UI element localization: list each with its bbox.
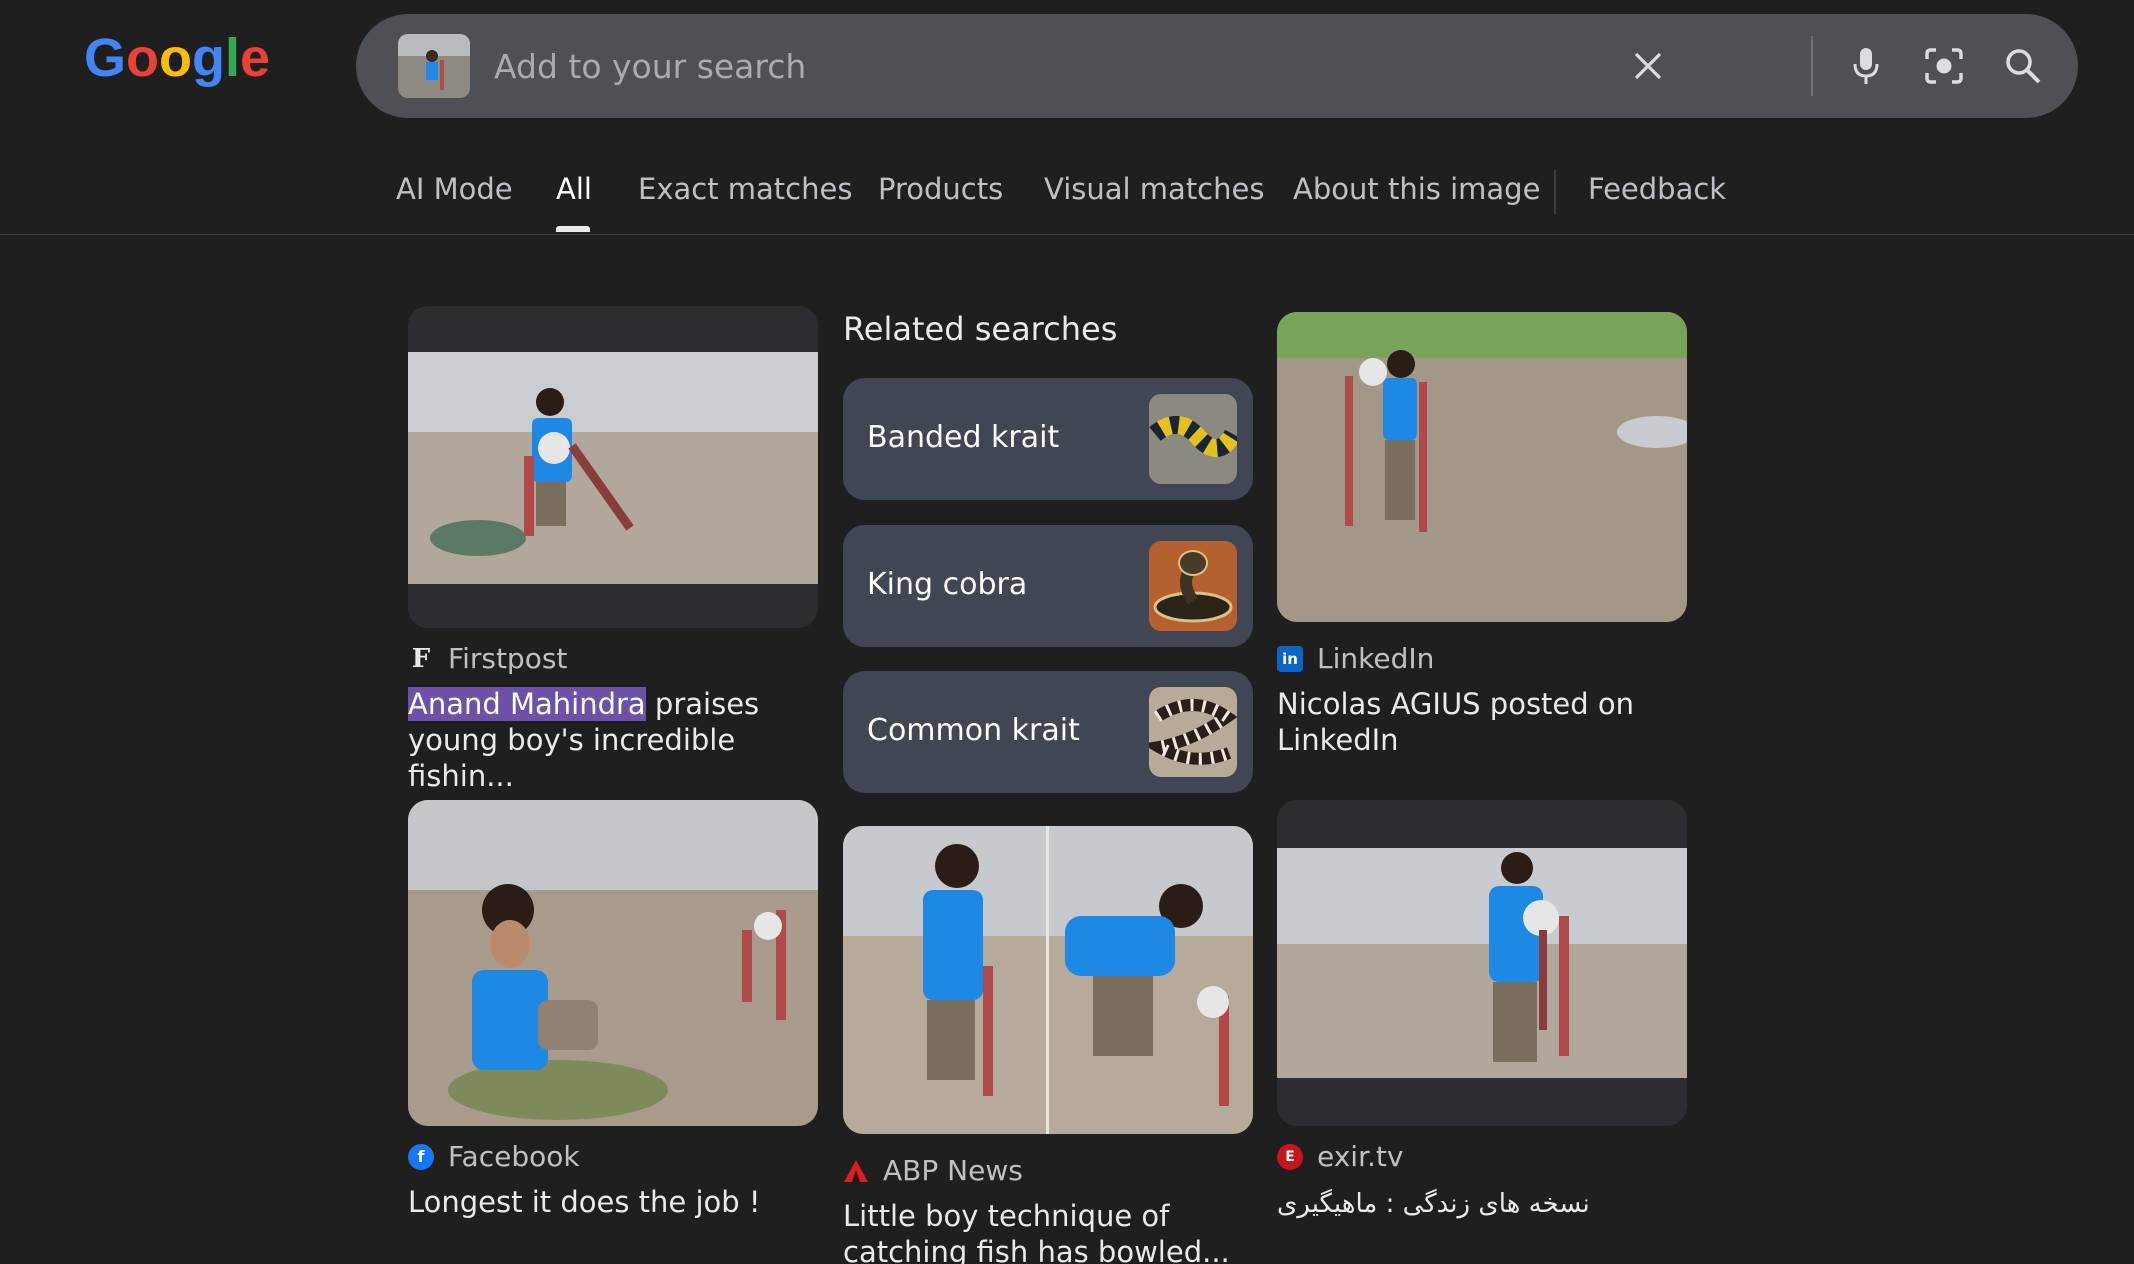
tab-ai-mode[interactable]: AI Mode [396, 172, 513, 206]
tab-all[interactable]: All [556, 172, 592, 206]
common-krait-thumbnail [1149, 687, 1237, 777]
result-image-abp-news[interactable] [843, 826, 1253, 1134]
source-name: ABP News [883, 1154, 1023, 1187]
related-search-banded-krait[interactable]: Banded krait [843, 378, 1253, 500]
result-source-abp-news[interactable]: ABP News [843, 1154, 1023, 1187]
title-text: praises [645, 687, 760, 721]
facebook-icon: f [408, 1143, 434, 1170]
source-name: exir.tv [1317, 1140, 1404, 1173]
source-name: Firstpost [448, 642, 568, 675]
linkedin-icon: in [1277, 645, 1303, 672]
close-icon[interactable] [1626, 44, 1670, 88]
result-title-abp-news[interactable]: Little boy technique of catching fish ha… [843, 1198, 1255, 1264]
header-divider [0, 234, 2134, 235]
tab-visual-matches[interactable]: Visual matches [1044, 172, 1264, 206]
related-search-label: Banded krait [867, 420, 1060, 455]
related-searches-heading: Related searches [843, 310, 1118, 348]
related-search-label: Common krait [867, 713, 1080, 748]
result-image-firstpost[interactable] [408, 306, 818, 628]
result-title-exir-tv[interactable]: نسخه های زندگی : ماهیگیری [1277, 1186, 1689, 1222]
active-tab-indicator [556, 226, 590, 232]
result-image-exir-tv[interactable] [1277, 800, 1687, 1126]
result-title-facebook[interactable]: Longest it does the job ! [408, 1184, 820, 1220]
firstpost-icon: F [408, 644, 434, 674]
title-text: catching fish has bowled... [843, 1235, 1230, 1264]
title-text: نسخه های زندگی : ماهیگیری [1277, 1189, 1590, 1219]
result-source-linkedin[interactable]: in LinkedIn [1277, 642, 1434, 675]
tab-about-this-image[interactable]: About this image [1293, 172, 1540, 206]
source-name: LinkedIn [1317, 642, 1435, 675]
title-text: Nicolas AGIUS posted on [1277, 687, 1635, 721]
exir-tv-icon: E [1277, 1143, 1303, 1170]
source-name: Facebook [448, 1140, 580, 1173]
camera-lens-icon[interactable] [1922, 44, 1966, 88]
search-input[interactable] [494, 36, 1554, 96]
banded-krait-thumbnail [1149, 394, 1237, 484]
tab-exact-matches[interactable]: Exact matches [638, 172, 852, 206]
title-text: LinkedIn [1277, 723, 1399, 757]
abp-news-icon [843, 1158, 869, 1184]
microphone-icon[interactable] [1844, 44, 1888, 88]
google-logo[interactable]: Google [84, 26, 270, 96]
highlighted-entity[interactable]: Anand Mahindra [408, 687, 646, 721]
king-cobra-thumbnail [1149, 541, 1237, 631]
result-title-linkedin[interactable]: Nicolas AGIUS posted on LinkedIn [1277, 686, 1689, 758]
result-image-linkedin[interactable] [1277, 312, 1687, 622]
result-source-firstpost[interactable]: F Firstpost [408, 642, 567, 675]
svg-text:Google: Google [84, 28, 268, 88]
related-search-label: King cobra [867, 567, 1028, 602]
title-text: Little boy technique of [843, 1199, 1170, 1233]
result-source-exir-tv[interactable]: E exir.tv [1277, 1140, 1403, 1173]
title-text: Longest it does the job ! [408, 1185, 761, 1219]
tab-separator [1554, 170, 1556, 214]
related-search-common-krait[interactable]: Common krait [843, 671, 1253, 793]
tab-feedback[interactable]: Feedback [1588, 172, 1726, 206]
related-search-king-cobra[interactable]: King cobra [843, 525, 1253, 647]
tab-products[interactable]: Products [878, 172, 1003, 206]
search-icon[interactable] [2001, 44, 2045, 88]
query-image-thumbnail[interactable] [398, 34, 470, 98]
search-bar [356, 14, 2078, 118]
result-image-facebook[interactable] [408, 800, 818, 1126]
result-title-firstpost[interactable]: Anand Mahindra praises young boy's incre… [408, 686, 820, 794]
search-bar-divider [1811, 36, 1813, 96]
result-source-facebook[interactable]: f Facebook [408, 1140, 580, 1173]
title-text: young boy's incredible fishin... [408, 723, 736, 793]
